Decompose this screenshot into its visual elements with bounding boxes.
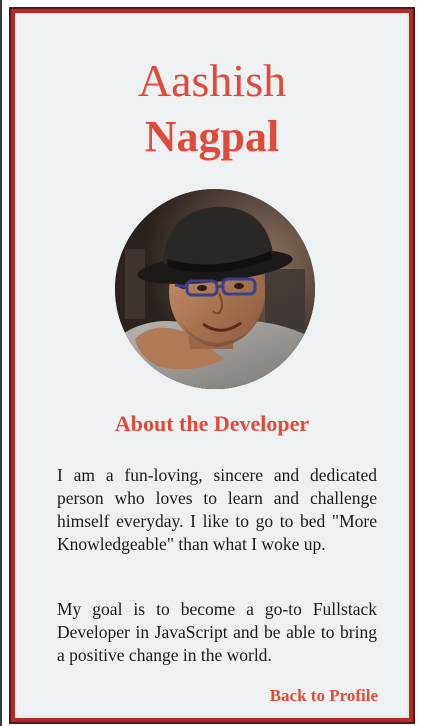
developer-card: Aashish Nagpal About the Developer I am … xyxy=(11,9,413,722)
developer-avatar xyxy=(115,189,315,389)
left-divider xyxy=(0,0,2,726)
about-paragraph-1: I am a fun-loving, sincere and dedicated… xyxy=(57,465,377,554)
page: Aashish Nagpal About the Developer I am … xyxy=(0,0,422,726)
person-photo-icon xyxy=(115,189,315,389)
about-title: About the Developer xyxy=(114,411,310,436)
developer-last-name: Nagpal xyxy=(144,112,280,161)
back-to-profile-link[interactable]: Back to Profile xyxy=(270,685,378,707)
developer-first-name: Aashish xyxy=(137,55,287,106)
about-paragraph-2: My goal is to become a go-to Fullstack D… xyxy=(57,599,377,665)
